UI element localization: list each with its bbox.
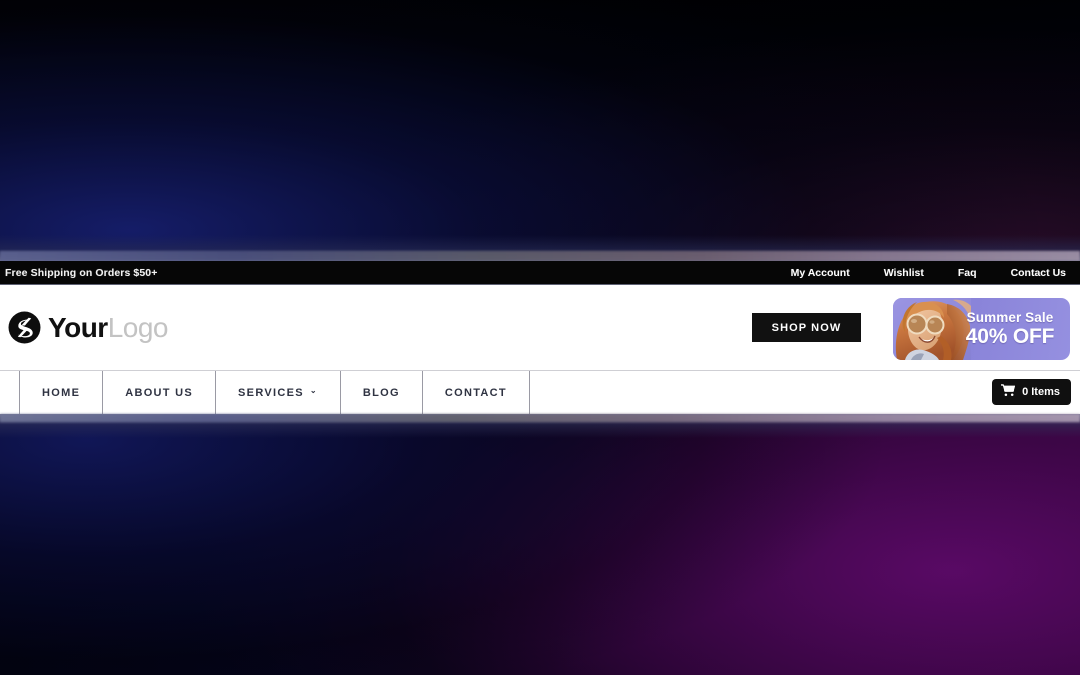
nav-item-label: ABOUT US — [125, 386, 194, 399]
cart-item-count-label: 0 Items — [1022, 386, 1060, 398]
swoosh-circle-logo-icon — [8, 311, 41, 344]
topbar-link-contact-us[interactable]: Contact Us — [994, 267, 1072, 279]
hero-top-glow-line — [0, 251, 1080, 261]
promo-text-block: Summer Sale 40% OFF — [958, 298, 1062, 360]
promo-title: Summer Sale — [966, 309, 1054, 325]
nav-item-about-us[interactable]: ABOUT US — [103, 371, 217, 414]
nav-item-label: CONTACT — [444, 386, 507, 399]
shop-now-button[interactable]: SHOP NOW — [752, 313, 861, 342]
shopping-cart-icon — [1001, 384, 1016, 400]
promo-discount: 40% OFF — [965, 325, 1055, 349]
main-navigation: HOME ABOUT US SERVICES ⌄ BLOG CONTACT — [0, 370, 1080, 414]
hero-bottom-glow-line — [0, 414, 1080, 422]
logo-text-secondary: Logo — [107, 311, 169, 343]
topbar-link-faq[interactable]: Faq — [941, 267, 994, 279]
nav-leading-spacer — [0, 371, 20, 414]
free-shipping-message: Free Shipping on Orders $50+ — [5, 266, 158, 279]
hero-background-bottom — [0, 414, 1080, 675]
cart-button[interactable]: 0 Items — [992, 379, 1071, 405]
summer-sale-promo-banner[interactable]: Summer Sale 40% OFF — [893, 298, 1070, 360]
logo-text-primary: Your — [48, 311, 108, 343]
hero-background-top — [0, 0, 1080, 261]
topbar-link-wishlist[interactable]: Wishlist — [867, 267, 941, 279]
utility-topbar: Free Shipping on Orders $50+ My Account … — [0, 261, 1080, 285]
nav-item-services[interactable]: SERVICES ⌄ — [216, 371, 341, 414]
nav-item-blog[interactable]: BLOG — [341, 371, 423, 414]
nav-item-label: SERVICES — [238, 386, 304, 399]
nav-item-label: BLOG — [362, 386, 400, 399]
logo[interactable]: YourLogo — [0, 311, 169, 344]
utility-links: My Account Wishlist Faq Contact Us — [774, 267, 1080, 279]
topbar-link-my-account[interactable]: My Account — [774, 267, 867, 279]
nav-item-contact[interactable]: CONTACT — [423, 371, 530, 414]
chevron-down-icon: ⌄ — [309, 385, 318, 395]
nav-item-label: HOME — [42, 386, 81, 399]
logo-text: YourLogo — [48, 311, 169, 343]
nav-item-home[interactable]: HOME — [20, 371, 104, 414]
page-root: Free Shipping on Orders $50+ My Account … — [0, 0, 1080, 675]
